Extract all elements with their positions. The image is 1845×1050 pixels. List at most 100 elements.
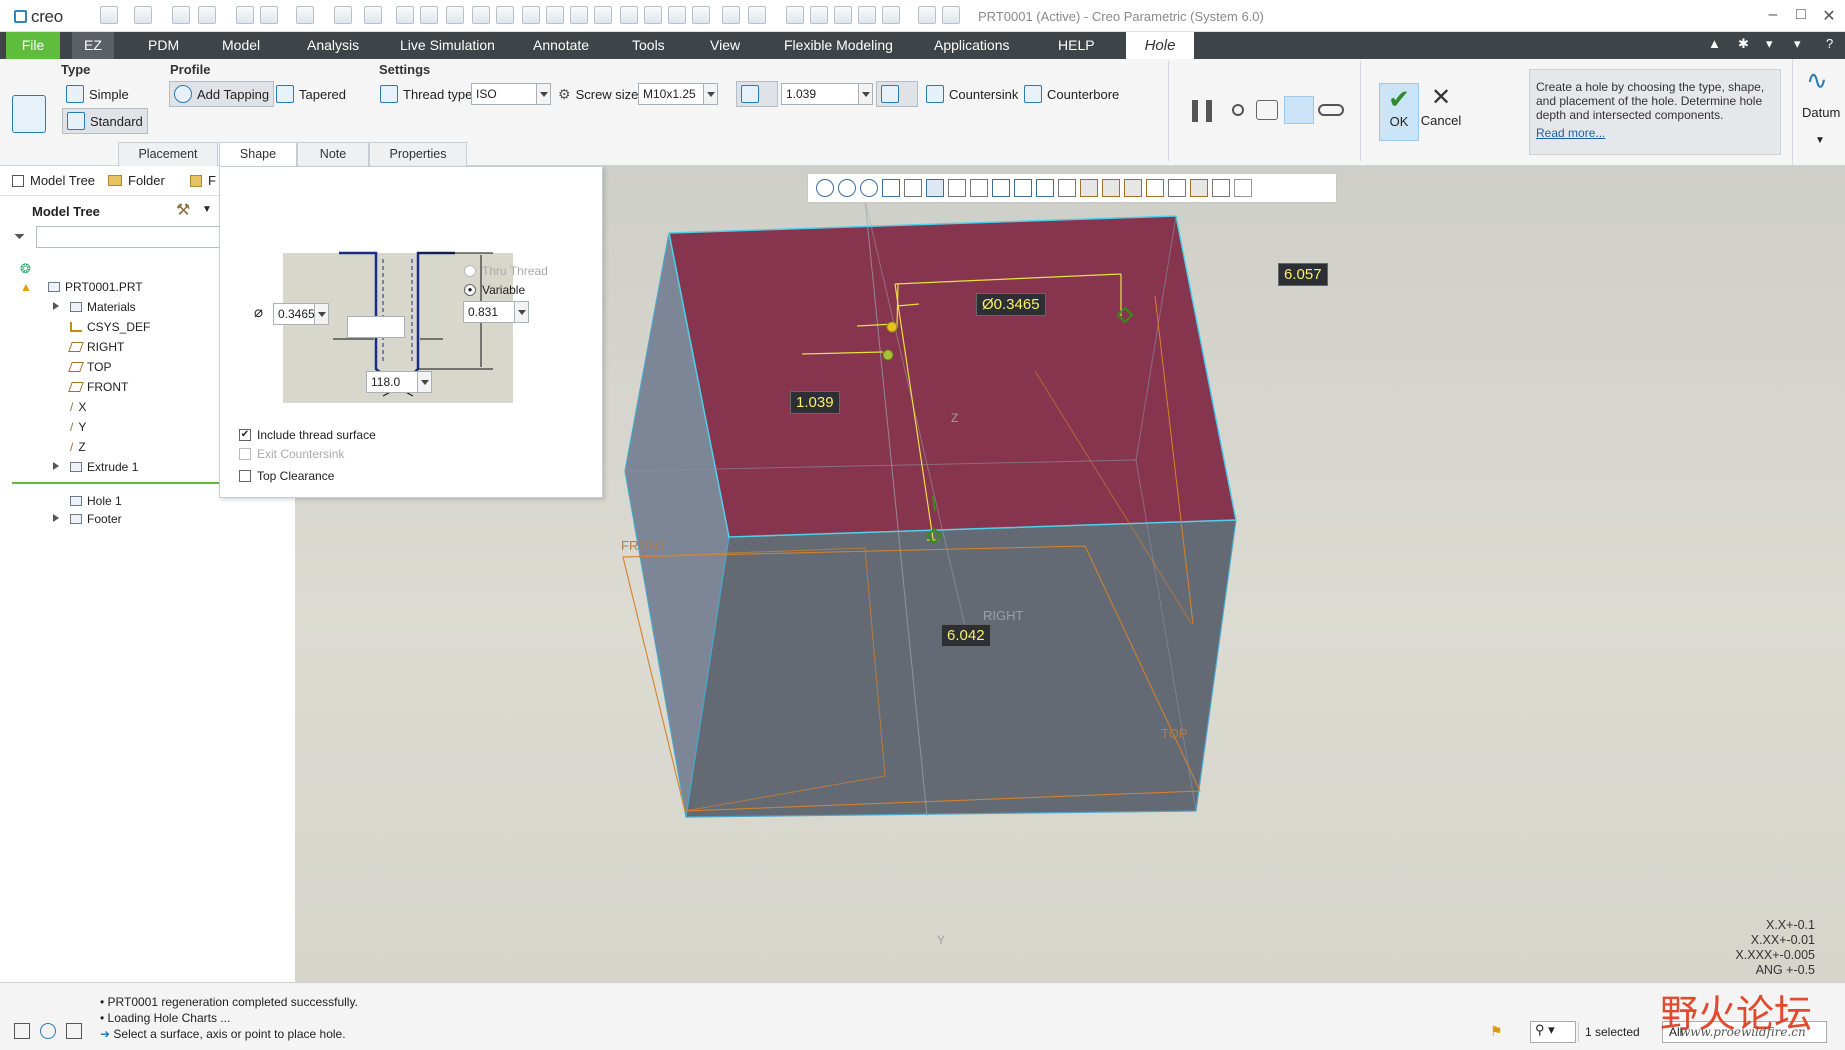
sketch-icon[interactable] xyxy=(810,6,828,24)
depth-option-button[interactable] xyxy=(736,81,778,107)
tree-item-right[interactable]: RIGHT xyxy=(68,340,124,354)
top-clearance-checkbox[interactable]: Top Clearance xyxy=(239,469,334,483)
tab-model[interactable]: Model xyxy=(212,32,270,59)
variable-radio[interactable]: ● Variable xyxy=(464,283,525,297)
measure-icon[interactable] xyxy=(446,6,464,24)
expand-icon[interactable] xyxy=(53,302,63,310)
tree-search-input[interactable] xyxy=(36,226,226,248)
exit-countersink-checkbox[interactable]: Exit Countersink xyxy=(239,447,344,461)
thread-type-select[interactable]: ISO xyxy=(471,83,551,105)
copy-icon[interactable] xyxy=(620,6,638,24)
axis-display-icon[interactable] xyxy=(1102,179,1120,197)
dim-depth[interactable]: 1.039 xyxy=(790,391,840,414)
diameter-input[interactable]: 0.3465 xyxy=(273,303,329,325)
tab-annotate[interactable]: Annotate xyxy=(523,32,599,59)
depth-side-button[interactable] xyxy=(876,81,918,107)
geometry-preview-icon[interactable] xyxy=(1284,96,1314,124)
hide-icon[interactable] xyxy=(722,6,740,24)
maximize-button[interactable]: □ xyxy=(1786,6,1816,24)
shaded-icon[interactable] xyxy=(918,6,936,24)
browser-toggle-icon[interactable] xyxy=(40,1023,56,1039)
switch-dims-icon[interactable] xyxy=(692,6,710,24)
tab-help[interactable]: HELP xyxy=(1048,32,1105,59)
undo-icon[interactable] xyxy=(260,6,278,24)
params-icon[interactable] xyxy=(546,6,564,24)
tree-item-footer[interactable]: Footer xyxy=(70,512,122,526)
datum-icon[interactable]: ∿ xyxy=(1806,65,1828,96)
chevron-down-icon[interactable]: ▼ xyxy=(1815,135,1825,146)
close-button[interactable]: ✕ xyxy=(1814,6,1844,26)
open-recent-icon[interactable] xyxy=(172,6,190,24)
regenerate-icon[interactable] xyxy=(236,6,254,24)
measure-view-icon[interactable] xyxy=(1212,179,1230,197)
read-more-link[interactable]: Read more... xyxy=(1536,126,1774,140)
tab-folder[interactable]: Folder xyxy=(108,173,165,188)
tab-file[interactable]: File xyxy=(6,32,60,59)
glasses-icon[interactable] xyxy=(1318,104,1344,116)
tree-item-top[interactable]: TOP xyxy=(68,360,111,374)
minimize-button[interactable]: – xyxy=(1758,6,1788,24)
collapse-ribbon-icon[interactable]: ▲ xyxy=(1708,36,1721,51)
tab-hole[interactable]: Hole xyxy=(1126,32,1194,59)
view-manager-icon[interactable] xyxy=(970,179,988,197)
chevron-down-icon[interactable] xyxy=(514,302,528,322)
cancel-button[interactable]: ✕ Cancel xyxy=(1420,83,1462,141)
tab-shape[interactable]: Shape xyxy=(219,142,297,167)
custom-icon[interactable] xyxy=(942,6,960,24)
tab-live-simulation[interactable]: Live Simulation xyxy=(390,32,505,59)
switch-window-icon[interactable] xyxy=(334,6,352,24)
lightbulb-icon[interactable] xyxy=(420,6,438,24)
csys-display-icon[interactable] xyxy=(1146,179,1164,197)
include-thread-checkbox[interactable]: ✔ Include thread surface xyxy=(239,428,376,442)
tree-item-extrude[interactable]: Extrude 1 xyxy=(70,460,138,474)
tab-model-tree[interactable]: Model Tree xyxy=(12,173,95,188)
chevron-down-icon[interactable] xyxy=(536,84,550,104)
text-icon[interactable] xyxy=(496,6,514,24)
chevron-down-icon[interactable] xyxy=(703,84,717,104)
display-style-icon[interactable] xyxy=(926,179,944,197)
tab-favorites[interactable]: F xyxy=(190,173,216,188)
point-display-icon[interactable] xyxy=(1124,179,1142,197)
tab-placement[interactable]: Placement xyxy=(118,142,218,166)
screw-size-select[interactable]: M10x1.25 xyxy=(638,83,718,105)
simple-button[interactable]: Simple xyxy=(62,81,133,107)
zoom-out-icon[interactable] xyxy=(860,179,878,197)
navigator-toggle-icon[interactable] xyxy=(14,1023,30,1039)
repaint-icon[interactable] xyxy=(882,179,900,197)
close-window-icon[interactable] xyxy=(396,6,414,24)
thru-thread-radio[interactable]: Thru Thread xyxy=(464,264,548,278)
add-tapping-button[interactable]: Add Tapping xyxy=(169,81,275,107)
tree-item-z[interactable]: / Z xyxy=(70,440,86,454)
tree-item-root[interactable]: PRT0001.PRT xyxy=(48,280,143,294)
tab-pdm[interactable]: PDM xyxy=(138,32,189,59)
chevron-down-icon[interactable] xyxy=(417,372,431,392)
chevron-down-icon[interactable] xyxy=(314,304,328,324)
flag-icon[interactable]: ⚑ xyxy=(1490,1023,1503,1040)
tree-item-y[interactable]: / Y xyxy=(70,420,86,434)
tab-view[interactable]: View xyxy=(700,32,750,59)
drill-angle-input[interactable]: 118.0 xyxy=(366,371,432,393)
select-icon[interactable] xyxy=(570,6,588,24)
spin-display-icon[interactable] xyxy=(1168,179,1186,197)
standard-button[interactable]: Standard xyxy=(62,108,148,134)
tree-item-materials[interactable]: Materials xyxy=(70,300,136,314)
redo-icon[interactable] xyxy=(296,6,314,24)
community-icon[interactable]: ▾ xyxy=(1794,36,1801,52)
tapered-button[interactable]: Tapered xyxy=(272,81,350,107)
layer-icon[interactable] xyxy=(786,6,804,24)
section-icon[interactable] xyxy=(1014,179,1032,197)
tree-item-x[interactable]: / X xyxy=(70,400,86,414)
ruler-icon[interactable] xyxy=(882,6,900,24)
tab-properties[interactable]: Properties xyxy=(369,142,467,166)
learning-icon[interactable]: ▾ xyxy=(1766,36,1773,52)
chevron-down-icon[interactable] xyxy=(858,84,872,104)
pause-icon[interactable] xyxy=(1192,100,1212,122)
windows-icon[interactable] xyxy=(364,6,382,24)
verify-icon[interactable] xyxy=(1256,100,1278,120)
no-preview-icon[interactable] xyxy=(1232,104,1244,116)
tab-tools[interactable]: Tools xyxy=(622,32,675,59)
tab-ez[interactable]: EZ xyxy=(72,32,114,59)
dim-bottom-distance[interactable]: 6.042 xyxy=(941,624,991,647)
tree-item-csys[interactable]: CSYS_DEF xyxy=(70,320,150,334)
relations-icon[interactable] xyxy=(668,6,686,24)
